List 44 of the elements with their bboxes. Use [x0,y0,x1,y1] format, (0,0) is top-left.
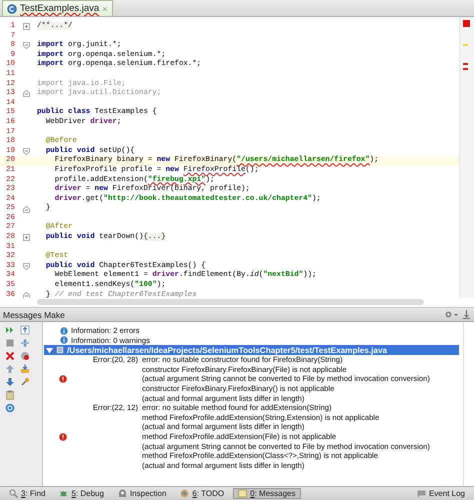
fold-marker-icon[interactable] [22,263,30,270]
expand-marker-icon[interactable] [22,234,30,242]
error-filter-icon[interactable] [20,351,30,361]
panel-title: Messages Make [3,310,65,320]
messages-icon [238,489,248,498]
expand-arrow-icon[interactable] [46,346,53,354]
export-icon[interactable] [20,364,30,374]
bug-icon [59,489,68,498]
down-arrow-icon[interactable] [5,377,15,387]
tool-window-button[interactable]: 0: Messages [233,488,300,499]
fold-marker-icon[interactable] [22,90,30,98]
error-icon [59,375,67,384]
up-arrow-icon[interactable] [5,364,15,374]
inspector-icon [118,489,127,498]
fold-marker-icon[interactable] [22,148,30,156]
tool-window-button[interactable]: 5: Debug [54,488,109,499]
clipboard-icon[interactable] [5,390,15,400]
error-marker[interactable] [463,68,468,70]
collapse-all-icon[interactable] [20,338,30,348]
hide-panel-icon[interactable] [462,310,471,319]
horizontal-scrollbar[interactable] [37,299,424,305]
fold-marker-icon[interactable] [22,206,30,213]
todo-icon [180,489,190,498]
file-icon [56,346,64,354]
warning-marker[interactable] [463,44,468,46]
tool-window-button[interactable]: 6: TODO [175,488,230,499]
expand-marker-icon[interactable] [22,23,30,30]
event-log-button[interactable]: Event Log [412,488,470,499]
fold-marker-icon[interactable] [22,42,30,50]
class-file-icon [7,4,17,14]
magnifier-icon [9,489,18,498]
fold-marker-icon[interactable] [22,292,30,298]
speech-bubble-icon [416,490,426,498]
expand-all-icon[interactable] [20,325,30,335]
close-icon[interactable] [5,351,15,361]
help-icon[interactable] [5,403,15,413]
file-node[interactable]: /Users/michaellarsen/IdeaProjects/SeleniumToolsChapter5/test/TestExamples.java [44,345,459,356]
rerun-icon[interactable] [5,325,15,335]
tool-window-button[interactable]: 3: Find [4,488,50,499]
error-icon [59,432,67,441]
editor-tab[interactable]: TestExamples.java × [2,0,114,16]
tool-window-button[interactable]: Inspection [112,488,172,499]
error-marker[interactable] [463,63,468,65]
stop-icon[interactable] [5,338,15,348]
